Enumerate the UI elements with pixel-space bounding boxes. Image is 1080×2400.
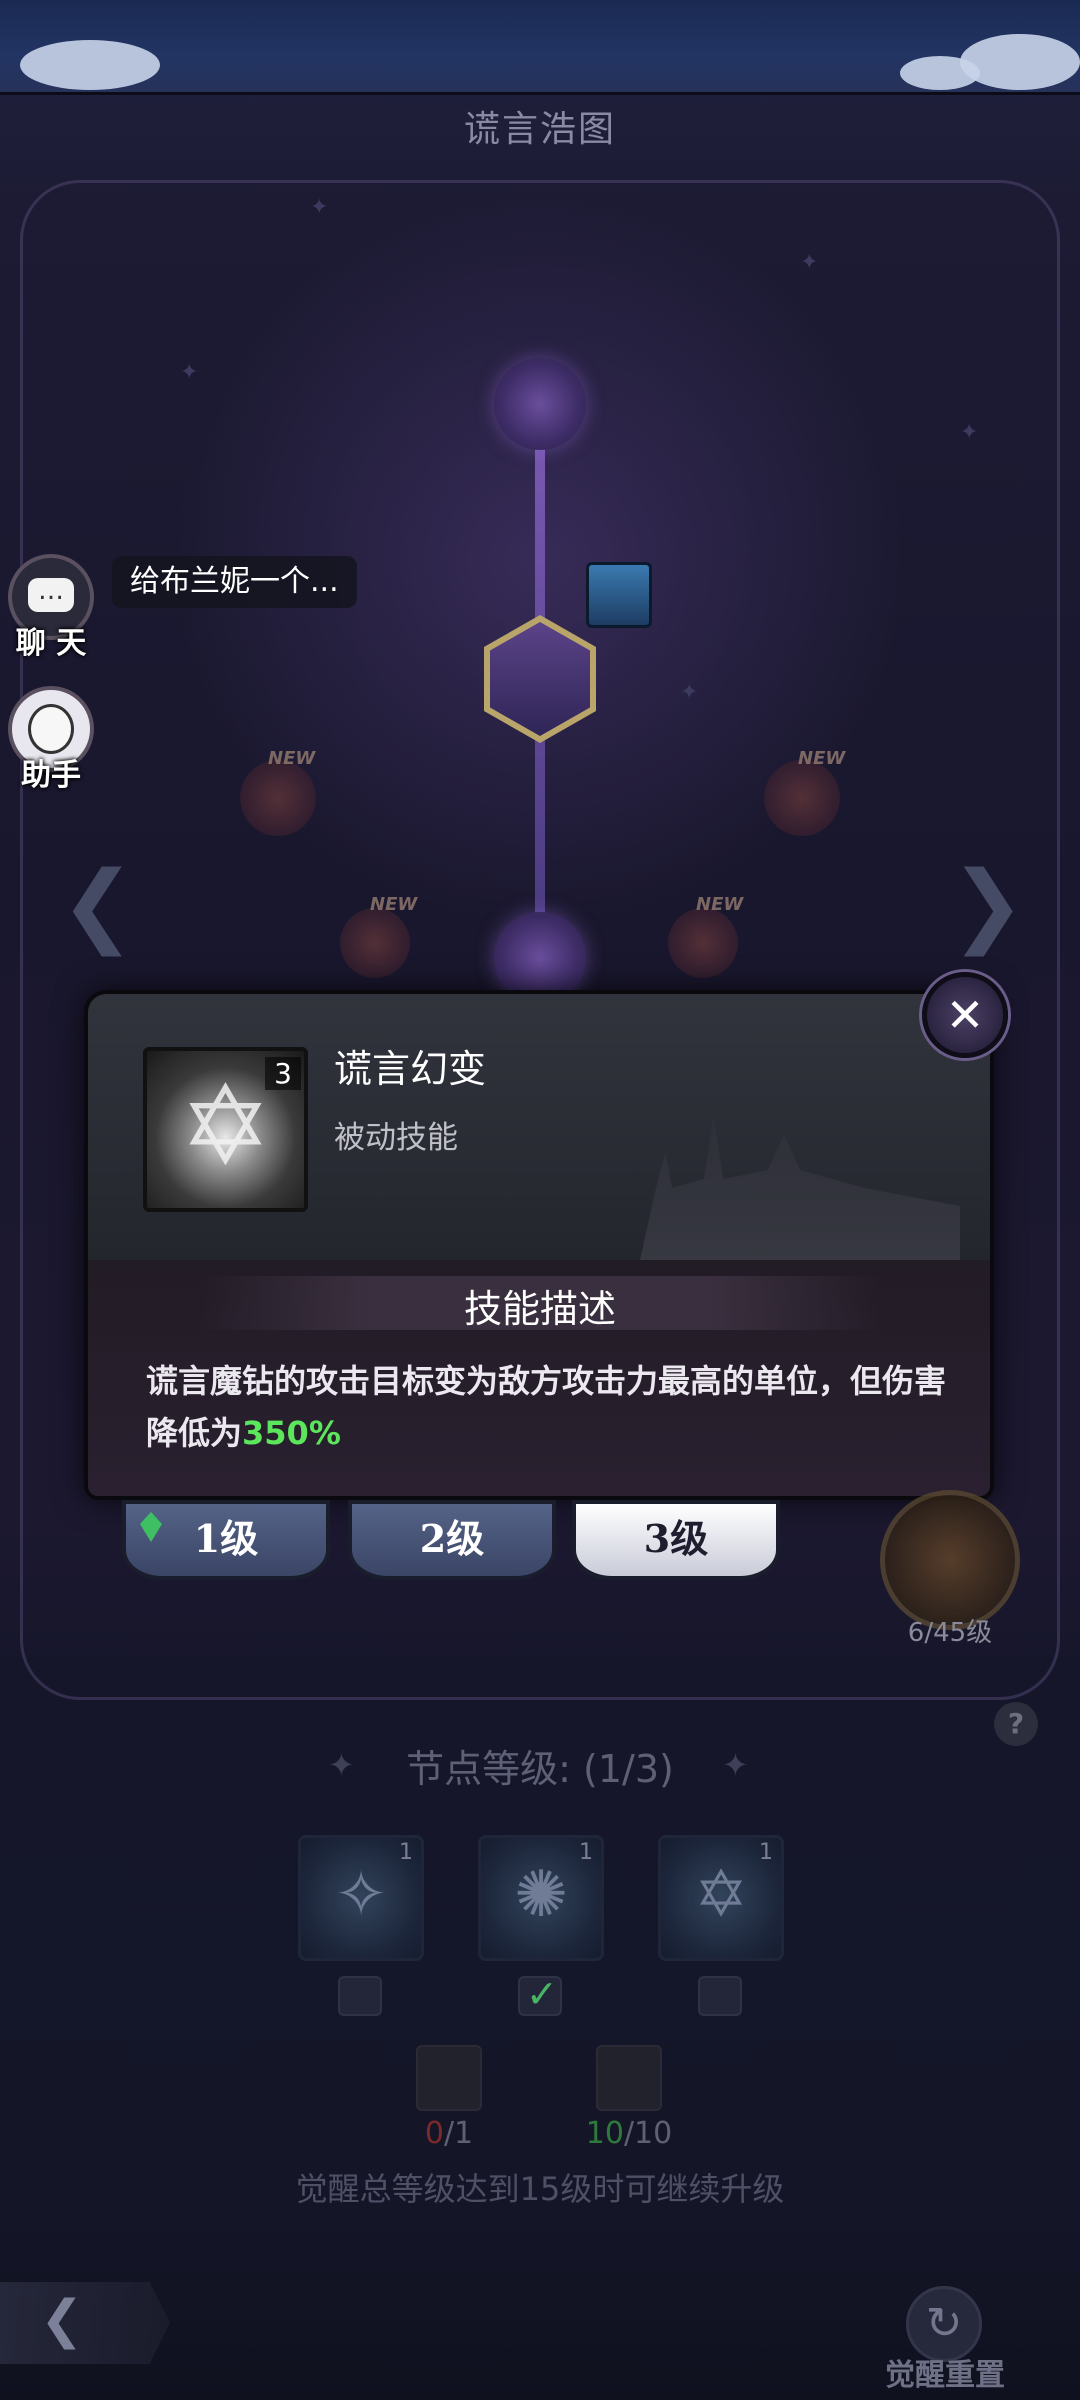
description-highlight-value: 350% xyxy=(242,1414,341,1452)
node-checkbox-2[interactable]: ✓ xyxy=(518,1972,562,2016)
new-tag: NEW xyxy=(370,894,418,915)
new-tag: NEW xyxy=(798,748,846,769)
reset-label[interactable]: 觉醒重置 xyxy=(860,2350,1030,2394)
burst-icon: ✺ xyxy=(514,1858,568,1932)
chat-icon: … xyxy=(28,578,74,612)
lightning-icon: ✧ xyxy=(334,1858,388,1932)
tree-node-right-upper[interactable] xyxy=(764,760,840,836)
tree-node-left-upper[interactable] xyxy=(240,760,316,836)
tree-node-left-lower[interactable] xyxy=(340,908,410,978)
skill-name: 谎言幻变 xyxy=(334,1047,487,1091)
close-x-icon: ✕ xyxy=(945,988,985,1042)
skill-type: 被动技能 xyxy=(334,1120,458,1156)
assistant-label: 助手 xyxy=(21,758,81,793)
tree-node-blue-skill[interactable] xyxy=(586,562,652,628)
material-count-1: 0/1 xyxy=(389,2116,509,2151)
new-tag: NEW xyxy=(696,894,744,915)
node-checkbox-1[interactable] xyxy=(338,1976,382,2016)
material-gear-icon xyxy=(596,2045,662,2111)
assistant-avatar-icon xyxy=(28,704,74,754)
node-card-1[interactable]: ✧ 1 xyxy=(298,1835,424,1961)
material-count-2: 10/10 xyxy=(569,2116,689,2151)
desc-header: 技能描述 xyxy=(463,1287,616,1331)
awaken-level: 6/45级 xyxy=(907,1618,993,1648)
chat-preview[interactable]: 给布兰妮一个... xyxy=(112,556,357,608)
close-button[interactable]: ✕ xyxy=(922,972,1008,1058)
skill-description: 谎言魔钻的攻击目标变为敌方攻击力最高的单位，但伤害降低为350% xyxy=(146,1355,946,1459)
next-arrow-icon[interactable]: ❯ xyxy=(950,852,1025,957)
awaken-hint: 觉醒总等级达到15级时可继续升级 xyxy=(295,2170,785,2208)
level-tab-1[interactable]: 1级 xyxy=(122,1500,330,1580)
node-card-level: 1 xyxy=(759,1840,773,1865)
sparkle-icon: ✦ xyxy=(722,1746,749,1784)
prev-arrow-icon[interactable]: ❮ xyxy=(60,852,135,957)
new-tag: NEW xyxy=(268,748,316,769)
level-tab-3[interactable]: 3级 xyxy=(572,1500,780,1580)
node-card-level: 1 xyxy=(399,1840,413,1865)
hexagram-icon: ✡ xyxy=(694,1858,748,1932)
material-portrait-icon xyxy=(416,2045,482,2111)
skill-level-number: 3 xyxy=(265,1057,301,1090)
chat-label: 聊 天 xyxy=(15,626,87,661)
page-title: 谎言浩图 xyxy=(463,109,616,150)
material-have: 0 xyxy=(424,2116,444,2151)
skill-icon: ✡ 3 xyxy=(143,1047,308,1212)
back-button[interactable] xyxy=(0,2282,170,2364)
node-card-2[interactable]: ✺ 1 xyxy=(478,1835,604,1961)
material-need: /1 xyxy=(443,2116,474,2151)
check-icon: ✓ xyxy=(526,1972,558,2016)
node-card-3[interactable]: ✡ 1 xyxy=(658,1835,784,1961)
tree-node-right-lower[interactable] xyxy=(668,908,738,978)
back-arrow-icon: ❮ xyxy=(40,2290,84,2350)
material-need: /10 xyxy=(623,2116,673,2151)
awaken-emblem-icon[interactable] xyxy=(880,1490,1020,1630)
top-sky-banner xyxy=(0,0,1080,95)
node-card-level: 1 xyxy=(579,1840,593,1865)
material-have: 10 xyxy=(585,2116,624,2151)
node-checkbox-3[interactable] xyxy=(698,1976,742,2016)
tree-node-top[interactable] xyxy=(494,358,586,450)
level-tab-2[interactable]: 2级 xyxy=(348,1500,556,1580)
title-bar: 谎言浩图 xyxy=(0,95,1080,155)
node-level-title: 节点等级: (1/3) xyxy=(406,1747,674,1791)
